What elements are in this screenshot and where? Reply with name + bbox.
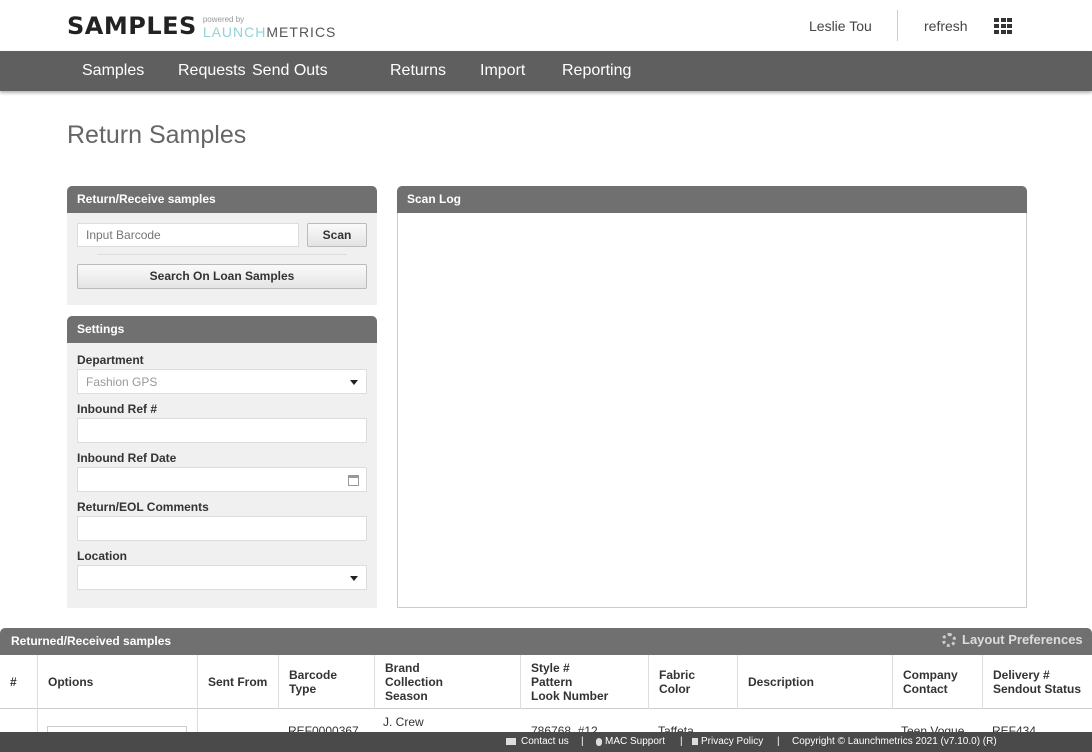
- app-logo[interactable]: SAMPLES powered by LAUNCHMETRICS: [67, 13, 336, 39]
- gear-icon: [942, 632, 956, 647]
- search-on-loan-button[interactable]: Search On Loan Samples: [77, 264, 367, 289]
- user-menu[interactable]: Leslie Tou: [809, 18, 872, 34]
- mac-support-link[interactable]: MAC Support: [596, 736, 665, 747]
- column-header-style[interactable]: Style # Pattern Look Number: [521, 655, 649, 709]
- logo-text: SAMPLES: [67, 12, 197, 40]
- scan-log-area: [397, 213, 1027, 608]
- location-label: Location: [77, 549, 127, 563]
- footer-bar: Contact us | MAC Support | Privacy Polic…: [0, 732, 1092, 752]
- inbound-ref-label: Inbound Ref #: [77, 402, 157, 416]
- column-header-number[interactable]: #: [0, 655, 38, 709]
- nav-samples[interactable]: Samples: [82, 62, 144, 80]
- envelope-icon: [506, 738, 516, 745]
- logo-powered-by: powered by: [202, 15, 245, 24]
- column-header-brand[interactable]: Brand Collection Season: [375, 655, 521, 709]
- department-select[interactable]: Fashion GPS: [77, 369, 367, 394]
- scan-button[interactable]: Scan: [307, 223, 367, 247]
- calendar-icon[interactable]: [348, 475, 359, 486]
- layout-preferences-label: Layout Preferences: [962, 632, 1083, 647]
- nav-returns[interactable]: Returns: [390, 62, 446, 80]
- department-value: Fashion GPS: [86, 375, 158, 389]
- column-header-options[interactable]: Options: [38, 655, 198, 709]
- divider: [97, 254, 347, 255]
- logo-brand: LAUNCHMETRICS: [202, 24, 337, 40]
- settings-panel-header: Settings: [67, 316, 377, 343]
- lock-icon: [692, 738, 698, 745]
- returned-grid-header: Returned/Received samples Layout Prefere…: [0, 628, 1092, 655]
- column-header-delivery[interactable]: Delivery # Sendout Status: [983, 655, 1092, 709]
- nav-reporting[interactable]: Reporting: [562, 62, 631, 80]
- comments-field[interactable]: [77, 516, 367, 541]
- page-title: Return Samples: [67, 121, 247, 149]
- settings-panel-body: Department Fashion GPS Inbound Ref # Inb…: [67, 343, 377, 608]
- comments-label: Return/EOL Comments: [77, 500, 209, 514]
- inbound-ref-date-label: Inbound Ref Date: [77, 451, 177, 465]
- location-select[interactable]: [77, 565, 367, 590]
- return-panel-body: Scan Search On Loan Samples: [67, 213, 377, 305]
- scan-log-header: Scan Log: [397, 186, 1027, 213]
- refresh-link[interactable]: refresh: [924, 18, 968, 34]
- main-nav: Samples Requests Send Outs Returns Impor…: [0, 51, 1092, 91]
- inbound-ref-date-field[interactable]: [77, 467, 367, 492]
- column-header-description[interactable]: Description: [738, 655, 893, 709]
- privacy-policy-link[interactable]: Privacy Policy: [692, 736, 763, 747]
- row-brand: J. Crew: [383, 715, 424, 729]
- top-bar: SAMPLES powered by LAUNCHMETRICS Leslie …: [0, 0, 1092, 51]
- inbound-ref-field[interactable]: [77, 418, 367, 443]
- column-header-barcode[interactable]: Barcode Type: [279, 655, 375, 709]
- grid-column-headers: # Options Sent From Barcode Type Brand C…: [0, 655, 1092, 709]
- layout-preferences-button[interactable]: Layout Preferences: [942, 632, 1083, 647]
- barcode-input[interactable]: [77, 223, 299, 247]
- nav-import[interactable]: Import: [480, 62, 525, 80]
- nav-requests[interactable]: Requests: [178, 62, 246, 80]
- grid-title: Returned/Received samples: [11, 634, 172, 648]
- column-header-company[interactable]: Company Contact: [893, 655, 983, 709]
- chevron-down-icon: [350, 576, 358, 581]
- chevron-down-icon: [350, 380, 358, 385]
- header-divider: [897, 10, 898, 41]
- return-panel-header: Return/Receive samples: [67, 186, 377, 213]
- apps-grid-icon[interactable]: [994, 18, 1012, 34]
- apple-icon: [596, 737, 602, 746]
- nav-send-outs[interactable]: Send Outs: [252, 62, 328, 80]
- column-header-fabric[interactable]: Fabric Color: [649, 655, 738, 709]
- contact-link[interactable]: Contact us: [506, 736, 569, 747]
- copyright-text: Copyright © Launchmetrics 2021 (v7.10.0)…: [792, 736, 997, 747]
- department-label: Department: [77, 353, 144, 367]
- column-header-sent-from[interactable]: Sent From: [198, 655, 279, 709]
- logo-subtitle: powered by LAUNCHMETRICS: [202, 15, 337, 40]
